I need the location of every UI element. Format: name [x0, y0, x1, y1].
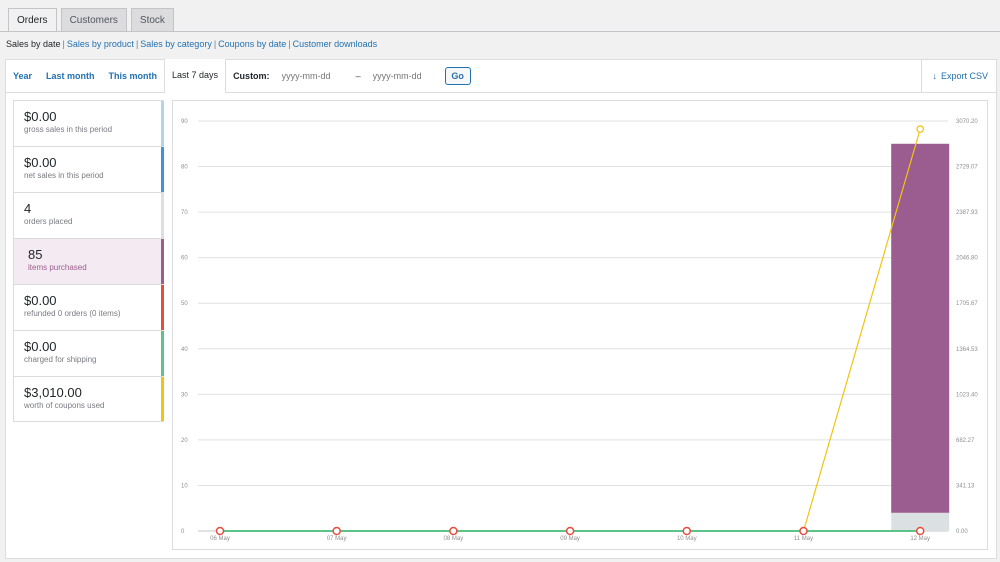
- report-subnav: Sales by date | Sales by product | Sales…: [6, 39, 377, 49]
- chart-svg: 0 10 20 30 40 50 60 70 80 90 0.00 341.13 682.27 1023.…: [181, 119, 978, 542]
- y-tick-label: 90: [181, 119, 188, 125]
- y2-tick-label: 2387.93: [956, 210, 978, 216]
- legend-color-bar: [161, 331, 164, 376]
- y2-tick-label: 1364.53: [956, 347, 978, 353]
- legend-value: $0.00: [24, 109, 57, 124]
- y-tick-label: 30: [181, 392, 188, 398]
- legend-label: worth of coupons used: [24, 401, 105, 410]
- range-last-month[interactable]: Last month: [39, 60, 102, 93]
- y-tick-label: 0: [181, 529, 185, 535]
- legend-value: $3,010.00: [24, 385, 82, 400]
- data-point: [682, 526, 692, 536]
- legend-shipping[interactable]: $0.00 charged for shipping: [13, 330, 164, 376]
- y-tick-label: 60: [181, 256, 188, 262]
- data-point: [915, 526, 925, 536]
- x-tick-label: 08 May: [444, 536, 464, 542]
- date-range-bar: Year Last month This month Last 7 days C…: [6, 59, 996, 93]
- y2-tick-label: 0.00: [956, 529, 968, 535]
- legend-color-bar: [161, 101, 164, 146]
- y-tick-label: 50: [181, 301, 188, 307]
- legend-net-sales[interactable]: $0.00 net sales in this period: [13, 146, 164, 192]
- legend-label: charged for shipping: [24, 355, 97, 364]
- legend-refunded[interactable]: $0.00 refunded 0 orders (0 items): [13, 284, 164, 330]
- y-tick-label: 80: [181, 165, 188, 171]
- y2-tick-label: 2046.80: [956, 256, 978, 262]
- export-csv-label: Export CSV: [940, 71, 988, 81]
- date-range-dash: –: [355, 71, 361, 81]
- report-tabs: Orders Customers Stock: [8, 8, 174, 32]
- export-csv-button[interactable]: ↓ Export CSV: [921, 60, 996, 93]
- subnav-separator: |: [288, 39, 291, 49]
- go-button[interactable]: Go: [444, 67, 471, 85]
- legend-color-bar: [161, 193, 164, 238]
- legend-color-bar: [161, 285, 164, 330]
- sales-chart: 0 10 20 30 40 50 60 70 80 90 0.00 341.13 682.27 1023.…: [172, 100, 988, 550]
- y-tick-label: 70: [181, 210, 188, 216]
- x-tick-label: 10 May: [677, 536, 697, 542]
- y-tick-label: 20: [181, 438, 188, 444]
- subnav-separator: |: [213, 39, 217, 49]
- y2-tick-label: 682.27: [956, 438, 975, 444]
- x-tick-label: 07 May: [327, 536, 347, 542]
- custom-range-label: Custom:: [233, 71, 270, 81]
- legend-value: 85: [28, 247, 43, 262]
- x-tick-label: 06 May: [210, 536, 230, 542]
- legend-value: $0.00: [24, 155, 57, 170]
- start-date-input[interactable]: [281, 71, 352, 81]
- legend-color-bar: [161, 377, 164, 421]
- range-last-7-days[interactable]: Last 7 days: [164, 59, 227, 93]
- chart-legend: $0.00 gross sales in this period $0.00 n…: [13, 100, 164, 422]
- tab-stock[interactable]: Stock: [130, 8, 174, 32]
- data-point: [799, 526, 808, 536]
- x-tick-label: 09 May: [560, 536, 580, 542]
- legend-label: gross sales in this period: [24, 125, 113, 134]
- legend-label: net sales in this period: [24, 171, 104, 180]
- data-point: [332, 526, 341, 536]
- subnav-separator: |: [62, 39, 65, 49]
- subnav-sales-by-product[interactable]: Sales by product: [67, 39, 134, 49]
- subnav-separator: |: [135, 39, 139, 49]
- legend-color-bar: [161, 147, 164, 192]
- range-this-month[interactable]: This month: [102, 60, 165, 93]
- data-point: [215, 526, 225, 536]
- x-tick-label: 11 May: [794, 536, 813, 542]
- download-icon: ↓: [932, 71, 937, 81]
- y2-tick-label: 1705.67: [956, 301, 978, 307]
- legend-label: orders placed: [24, 217, 73, 226]
- legend-gross-sales[interactable]: $0.00 gross sales in this period: [13, 100, 164, 146]
- range-year[interactable]: Year: [6, 60, 39, 93]
- legend-value: $0.00: [24, 339, 57, 354]
- y2-tick-label: 2729.07: [956, 165, 978, 171]
- tabs-divider: [0, 31, 1000, 32]
- tab-orders[interactable]: Orders: [8, 8, 57, 32]
- data-point: [449, 526, 458, 536]
- tab-customers[interactable]: Customers: [60, 8, 127, 32]
- series-line: [220, 128, 921, 532]
- y2-tick-label: 1023.40: [956, 392, 978, 398]
- data-point: [565, 526, 575, 536]
- subnav-sales-by-category[interactable]: Sales by category: [140, 39, 212, 49]
- data-point: [916, 125, 925, 133]
- subnav-sales-by-date[interactable]: Sales by date: [6, 39, 61, 49]
- y2-tick-label: 341.13: [956, 483, 975, 489]
- y-tick-label: 40: [181, 347, 188, 353]
- y2-tick-label: 3070.20: [956, 119, 978, 125]
- end-date-input[interactable]: [372, 71, 443, 81]
- legend-value: $0.00: [24, 293, 57, 308]
- subnav-customer-downloads[interactable]: Customer downloads: [293, 39, 378, 49]
- legend-orders-placed[interactable]: 4 orders placed: [13, 192, 164, 238]
- legend-label: items purchased: [28, 263, 87, 272]
- report-panel: Year Last month This month Last 7 days C…: [5, 59, 997, 559]
- legend-items-purchased[interactable]: 85 items purchased: [13, 238, 164, 284]
- x-tick-label: 12 May: [910, 536, 930, 542]
- legend-coupons[interactable]: $3,010.00 worth of coupons used: [13, 376, 164, 422]
- y-tick-label: 10: [181, 483, 188, 489]
- legend-color-bar: [161, 239, 164, 284]
- legend-value: 4: [24, 201, 32, 216]
- legend-label: refunded 0 orders (0 items): [24, 309, 121, 318]
- subnav-coupons-by-date[interactable]: Coupons by date: [218, 39, 286, 49]
